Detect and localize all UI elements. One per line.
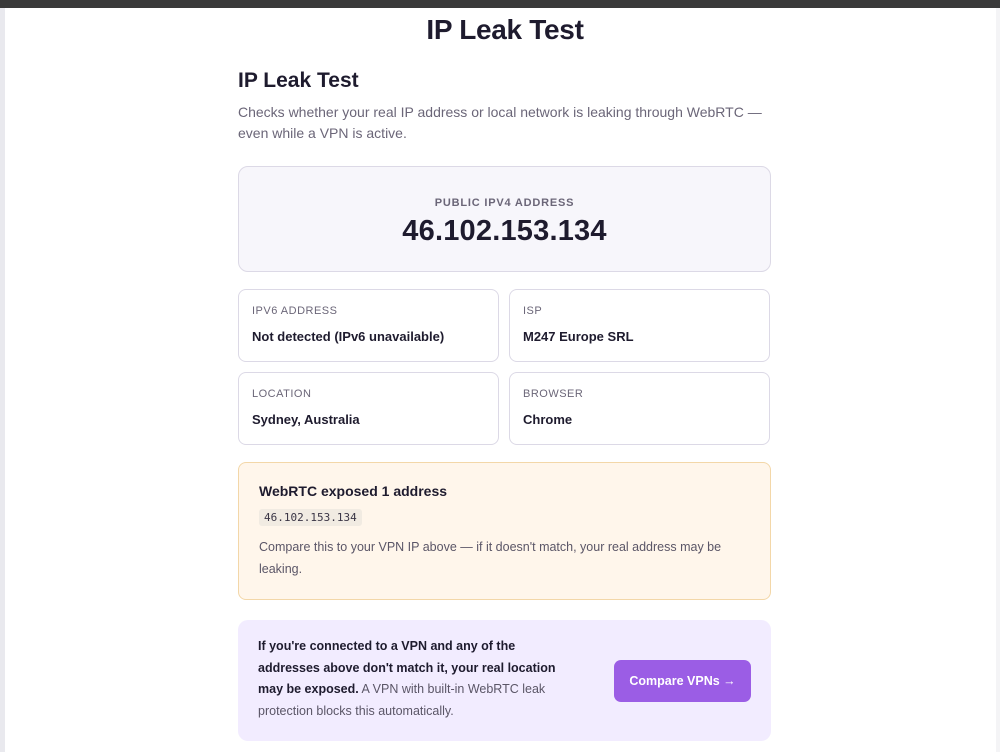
- webrtc-exposed-address: 46.102.153.134: [259, 509, 362, 526]
- ipv6-label: IPV6 ADDRESS: [252, 305, 338, 317]
- public-ip-label: PUBLIC IPV4 ADDRESS: [434, 197, 575, 209]
- public-ip-value: 46.102.153.134: [402, 215, 607, 247]
- section-description: Checks whether your real IP address or l…: [238, 104, 762, 141]
- browser-label: BROWSER: [523, 388, 584, 400]
- webrtc-warning-title: WebRTC exposed 1 address: [259, 483, 448, 499]
- isp-card: ISP M247 Europe SRL: [509, 289, 770, 362]
- public-ip-card: PUBLIC IPV4 ADDRESS 46.102.153.134: [238, 166, 771, 272]
- cta-text: If you're connected to a VPN and any of …: [258, 636, 578, 722]
- vpn-cta-card: If you're connected to a VPN and any of …: [238, 620, 771, 741]
- browser-value: Chrome: [523, 412, 573, 427]
- compare-vpns-button[interactable]: Compare VPNs →: [614, 660, 751, 702]
- webrtc-warning-card: WebRTC exposed 1 address 46.102.153.134 …: [238, 462, 771, 600]
- details-grid: IPV6 ADDRESS Not detected (IPv6 unavaila…: [238, 289, 771, 445]
- ipv6-value: Not detected (IPv6 unavailable): [252, 329, 445, 344]
- ipv6-card: IPV6 ADDRESS Not detected (IPv6 unavaila…: [238, 289, 499, 362]
- page-title: IP Leak Test: [426, 14, 584, 45]
- location-card: LOCATION Sydney, Australia: [238, 372, 499, 445]
- browser-card: BROWSER Chrome: [509, 372, 770, 445]
- location-label: LOCATION: [252, 388, 312, 400]
- isp-label: ISP: [523, 305, 543, 317]
- webrtc-warning-note: Compare this to your VPN IP above — if i…: [259, 540, 722, 576]
- ip-leak-test-section: IP Leak Test Checks whether your real IP…: [238, 66, 771, 741]
- scrollbar-track[interactable]: [996, 8, 1000, 752]
- location-value: Sydney, Australia: [252, 412, 360, 427]
- section-heading: IP Leak Test: [238, 69, 359, 92]
- isp-value: M247 Europe SRL: [523, 329, 634, 344]
- browser-top-bar: [0, 0, 1000, 8]
- left-edge: [0, 8, 5, 752]
